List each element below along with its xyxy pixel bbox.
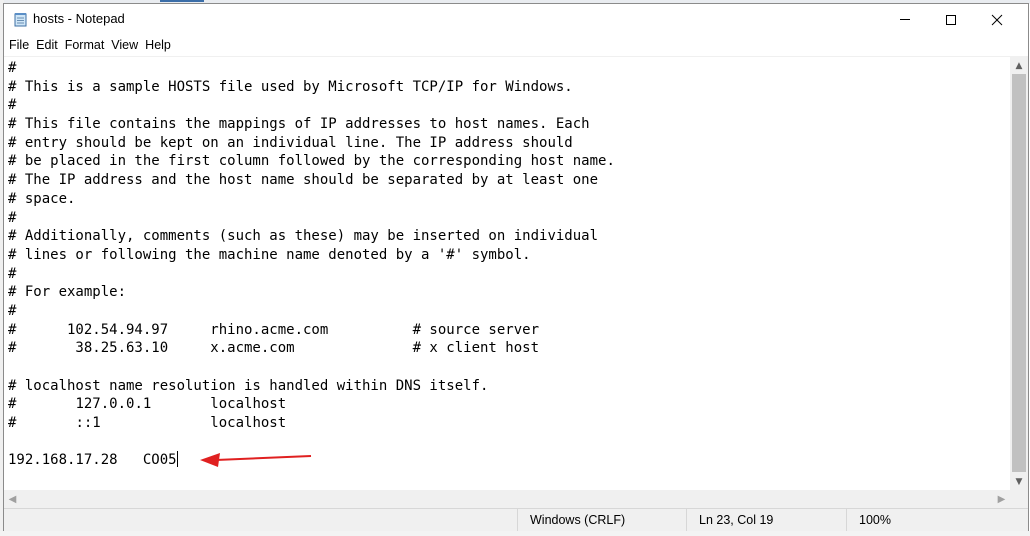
editor-line: # This file contains the mappings of IP … (8, 116, 590, 133)
title-bar[interactable]: hosts - Notepad (4, 4, 1028, 35)
editor-line: # Additionally, comments (such as these)… (8, 228, 599, 245)
scroll-left-icon[interactable]: ◀ (4, 490, 21, 508)
close-button[interactable] (974, 4, 1020, 35)
editor-line: # 102.54.94.97 rhino.acme.com # source s… (8, 321, 540, 338)
background-bottom-strip (0, 531, 1030, 536)
editor-line: # (8, 97, 17, 114)
text-caret (176, 451, 178, 468)
status-cursor-position: Ln 23, Col 19 (686, 509, 846, 531)
minimize-button[interactable] (882, 4, 928, 35)
scroll-up-icon[interactable]: ▲ (1010, 57, 1028, 74)
horizontal-scrollbar[interactable]: ◀ ▶ (4, 490, 1010, 508)
scroll-down-icon[interactable]: ▼ (1010, 473, 1028, 490)
editor-line: # (8, 60, 17, 76)
background-tab-marker (160, 0, 204, 2)
menu-file[interactable]: File (6, 35, 32, 56)
status-line-ending: Windows (CRLF) (517, 509, 686, 531)
maximize-icon (946, 14, 956, 25)
editor-line: # The IP address and the host name shoul… (8, 172, 599, 189)
editor-line: # (8, 265, 17, 282)
current-line-text: 192.168.17.28 CO05 (8, 452, 177, 469)
editor-line-current: 192.168.17.28 CO05 (8, 451, 615, 470)
text-editor[interactable]: # # This is a sample HOSTS file used by … (4, 57, 1010, 490)
vertical-scrollbar[interactable]: ▲ ▼ (1010, 57, 1028, 490)
editor-lines: # # This is a sample HOSTS file used by … (8, 59, 615, 470)
status-zoom: 100% (846, 509, 1028, 531)
menu-format[interactable]: Format (62, 35, 108, 56)
minimize-icon (900, 19, 910, 20)
menu-bar: File Edit Format View Help (4, 35, 1028, 56)
editor-line: # lines or following the machine name de… (8, 246, 531, 263)
editor-line: # (8, 209, 17, 226)
editor-line: # For example: (8, 284, 127, 301)
window-title: hosts - Notepad (33, 11, 125, 26)
editor-line: # 38.25.63.10 x.acme.com # x client host (8, 340, 540, 357)
notepad-window: hosts - Notepad File Edit Format View He… (3, 3, 1029, 531)
scroll-right-icon[interactable]: ▶ (993, 490, 1010, 508)
status-bar: Windows (CRLF) Ln 23, Col 19 100% (4, 508, 1028, 531)
editor-line: # This is a sample HOSTS file used by Mi… (8, 78, 573, 95)
editor-line: # entry should be kept on an individual … (8, 134, 573, 151)
menu-edit[interactable]: Edit (33, 35, 61, 56)
editor-line: # (8, 302, 17, 319)
close-icon (991, 14, 1003, 25)
vertical-scroll-thumb[interactable] (1012, 74, 1026, 472)
menu-view[interactable]: View (108, 35, 141, 56)
editor-line: # be placed in the first column followed… (8, 153, 615, 170)
editor-line: # space. (8, 190, 76, 207)
menu-help[interactable]: Help (142, 35, 174, 56)
editor-line: # localhost name resolution is handled w… (8, 377, 489, 394)
scrollbar-corner (1010, 490, 1028, 508)
editor-line: # ::1 localhost (8, 415, 287, 432)
notepad-icon[interactable] (14, 12, 28, 27)
maximize-button[interactable] (928, 4, 974, 35)
editor-line: # 127.0.0.1 localhost (8, 396, 287, 413)
